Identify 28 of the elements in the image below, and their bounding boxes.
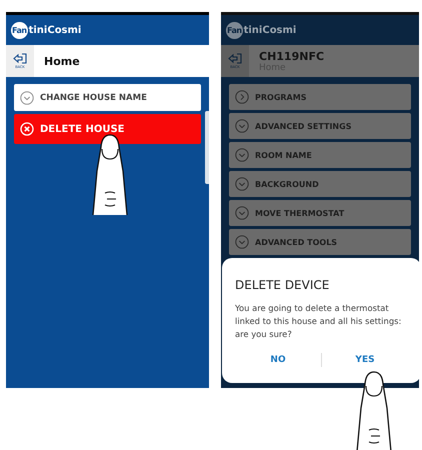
page-title: CH119NFC xyxy=(259,50,324,62)
logo-text: tiniCosmi xyxy=(28,24,82,36)
chevron-down-icon xyxy=(20,90,34,104)
chevron-down-icon xyxy=(235,177,249,191)
chevron-down-icon xyxy=(235,235,249,249)
chevron-down-icon xyxy=(235,206,249,220)
dialog-button[interactable]: NO xyxy=(235,351,321,369)
delete-house-button[interactable]: DELETE HOUSE xyxy=(14,114,201,144)
menu-item[interactable]: BACKGROUND xyxy=(229,171,411,197)
logo-text: tiniCosmi xyxy=(244,24,296,36)
menu-item[interactable]: PROGRAMS xyxy=(229,84,411,110)
dialog-message: You are going to delete a thermostat linked to this house and all his settings: are you sure? xyxy=(235,302,402,341)
dialog-title: DELETE DEVICE xyxy=(235,278,330,292)
logo-badge: Fan xyxy=(11,22,28,38)
dialog-button[interactable]: YES xyxy=(322,351,408,369)
logo-badge: Fan xyxy=(226,22,243,38)
chevron-down-icon xyxy=(235,148,249,162)
menu-item[interactable]: MOVE THERMOSTAT xyxy=(229,200,411,226)
menu-item[interactable]: ROOM NAME xyxy=(229,142,411,168)
menu-item[interactable]: ADVANCED SETTINGS xyxy=(229,113,411,139)
menu-item[interactable]: CHANGE HOUSE NAME xyxy=(14,84,201,111)
page-title: Home xyxy=(44,54,80,68)
back-icon xyxy=(228,53,242,64)
menu-item[interactable]: ADVANCED TOOLS xyxy=(229,229,411,255)
back-icon xyxy=(13,53,27,64)
chevron-right-icon xyxy=(235,90,249,104)
chevron-down-icon xyxy=(235,119,249,133)
close-icon xyxy=(20,122,34,136)
